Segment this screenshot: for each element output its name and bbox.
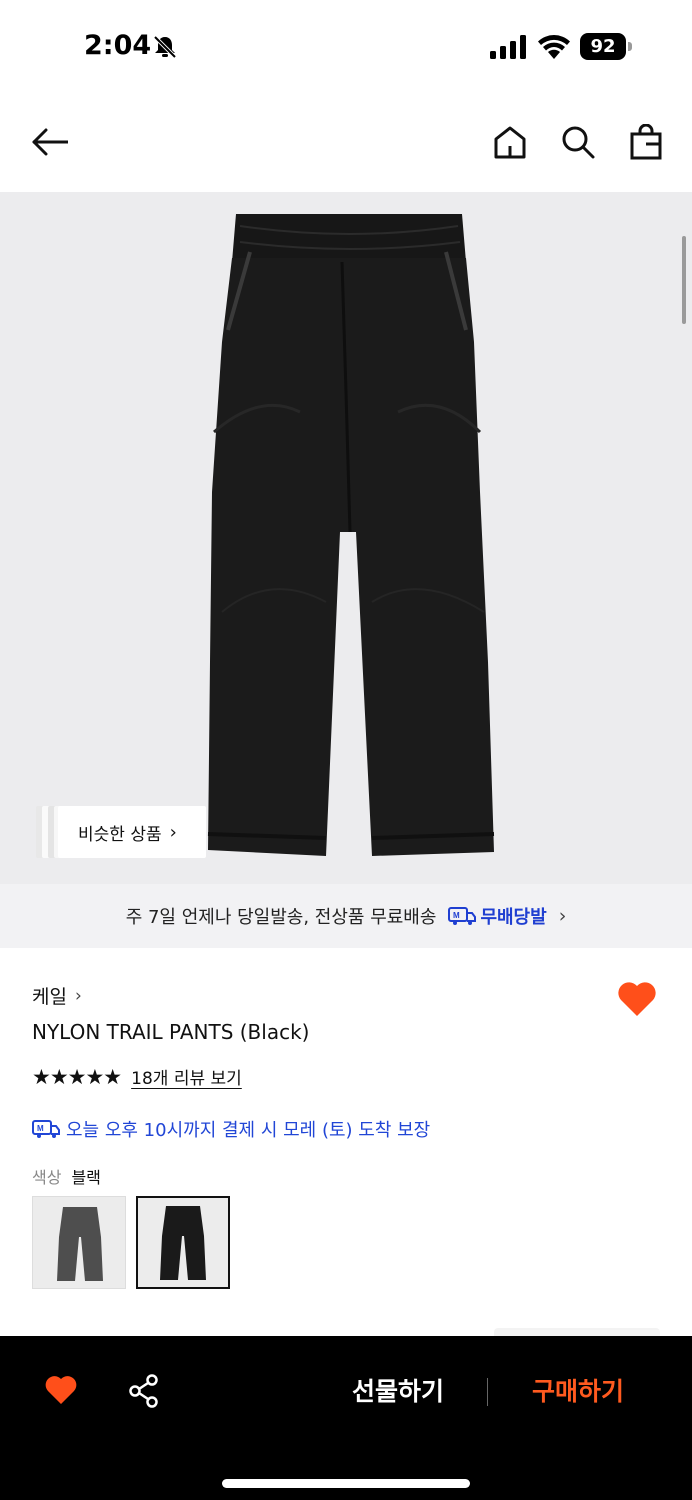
delivery-truck-icon: M [448,907,477,925]
chevron-right-icon: › [74,985,82,1006]
color-swatch-grey[interactable] [32,1196,126,1289]
selected-color-value: 블랙 [71,1168,101,1187]
battery-level: 92 [580,33,626,60]
svg-text:M: M [453,911,460,920]
product-image-carousel[interactable]: 비슷한 상품 › [0,192,692,884]
home-icon[interactable] [492,124,528,160]
share-icon[interactable] [128,1374,160,1408]
status-time: 2:04 [84,30,152,61]
wishlist-heart-icon[interactable] [44,1374,78,1406]
color-selection-label: 색상 블랙 [32,1164,101,1188]
brand-link[interactable]: 케일 › [32,982,82,1009]
delivery-promise: M 오늘 오후 10시까지 결제 시 모레 (토) 도착 보장 [32,1116,430,1142]
search-icon[interactable] [560,124,596,160]
gift-button[interactable]: 선물하기 [336,1372,460,1412]
signal-icon [490,35,526,59]
delivery-promise-text: 오늘 오후 10시까지 결제 시 모레 (토) 도착 보장 [66,1120,431,1141]
bell-slash-icon [153,35,177,59]
image-scroll-indicator [682,236,686,324]
similar-products-button[interactable]: 비슷한 상품 › [58,806,206,858]
product-image [207,214,495,856]
top-navigation [0,94,692,192]
buy-button[interactable]: 구매하기 [516,1372,640,1412]
wifi-icon [538,35,570,59]
chevron-right-icon: › [558,905,567,927]
battery-icon: 92 [580,33,632,60]
color-swatches [32,1196,240,1289]
svg-text:M: M [37,1124,44,1133]
button-divider [487,1378,488,1406]
rating-stars: ★★★★★ [32,1064,122,1089]
color-label: 색상 [32,1168,62,1187]
bottom-action-bar: 선물하기 구매하기 [0,1336,692,1500]
rating-row: ★★★★★ 18개 리뷰 보기 [32,1064,242,1090]
chevron-right-icon: › [169,821,177,843]
reviews-link[interactable]: 18개 리뷰 보기 [131,1064,242,1089]
delivery-banner-brand: 무배당발 [480,907,547,928]
color-swatch-black[interactable] [136,1196,230,1289]
delivery-banner[interactable]: 주 7일 언제나 당일발송, 전상품 무료배송 M 무배당발 › [0,884,692,948]
status-bar: 2:04 92 [0,0,692,94]
home-indicator[interactable] [222,1479,470,1488]
brand-name: 케일 [32,986,67,1008]
back-arrow-icon[interactable] [32,124,68,160]
shopping-bag-icon[interactable] [628,124,664,160]
favorite-heart-icon[interactable] [616,980,658,1018]
similar-products-label: 비슷한 상품 [78,824,162,845]
delivery-banner-text: 주 7일 언제나 당일발송, 전상품 무료배송 [125,907,437,928]
product-title: NYLON TRAIL PANTS (Black) [32,1020,310,1044]
delivery-truck-icon: M [32,1120,60,1138]
